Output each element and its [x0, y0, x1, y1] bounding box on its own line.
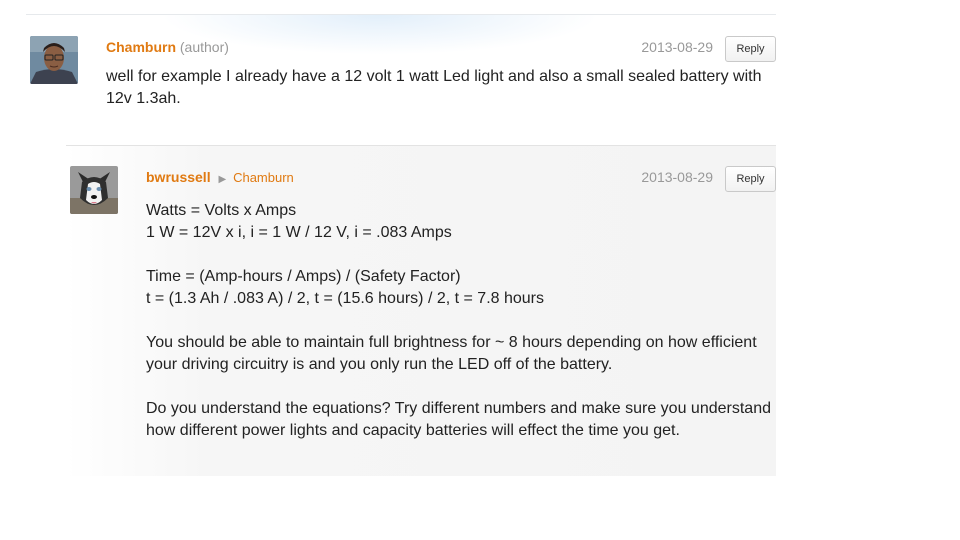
comment-meta: bwrussell ▶ Chamburn — [146, 169, 294, 185]
triangle-right-icon: ▶ — [218, 174, 227, 185]
reply-button[interactable]: Reply — [725, 166, 776, 192]
comment-line: Time = (Amp-hours / Amps) / (Safety Fact… — [146, 268, 461, 285]
reply-divider — [66, 145, 776, 146]
comment-line: 1 W = 12V x i, i = 1 W / 12 V, i = .083 … — [146, 224, 452, 241]
author-link[interactable]: Chamburn — [106, 39, 176, 55]
comment-paragraph: You should be able to maintain full brig… — [146, 334, 757, 373]
reply-to-link[interactable]: Chamburn — [233, 170, 294, 185]
comment-paragraph: Do you understand the equations? Try dif… — [146, 400, 771, 439]
comment-paragraph: Time = (Amp-hours / Amps) / (Safety Fact… — [146, 266, 776, 310]
comment: Chamburn (author) 2013-08-29 Reply well … — [26, 28, 776, 138]
comment-date: 2013-08-29 — [641, 39, 713, 55]
comment-paragraph: well for example I already have a 12 vol… — [106, 68, 762, 107]
comment-paragraph: Watts = Volts x Amps 1 W = 12V x i, i = … — [146, 200, 776, 244]
comment-date: 2013-08-29 — [641, 169, 713, 185]
author-link[interactable]: bwrussell — [146, 169, 211, 185]
avatar[interactable] — [70, 166, 118, 214]
comment-meta: Chamburn (author) — [106, 39, 229, 55]
reply-button[interactable]: Reply — [725, 36, 776, 62]
comment-body: Watts = Volts x Amps 1 W = 12V x i, i = … — [146, 200, 776, 464]
author-role-label: (author) — [179, 39, 229, 55]
comment-body: well for example I already have a 12 vol… — [106, 66, 774, 132]
comment-line: Watts = Volts x Amps — [146, 202, 297, 219]
comment-reply: bwrussell ▶ Chamburn 2013-08-29 Reply Wa… — [66, 145, 776, 476]
comment-line: t = (1.3 Ah / .083 A) / 2, t = (15.6 hou… — [146, 290, 545, 307]
avatar[interactable] — [30, 36, 78, 84]
